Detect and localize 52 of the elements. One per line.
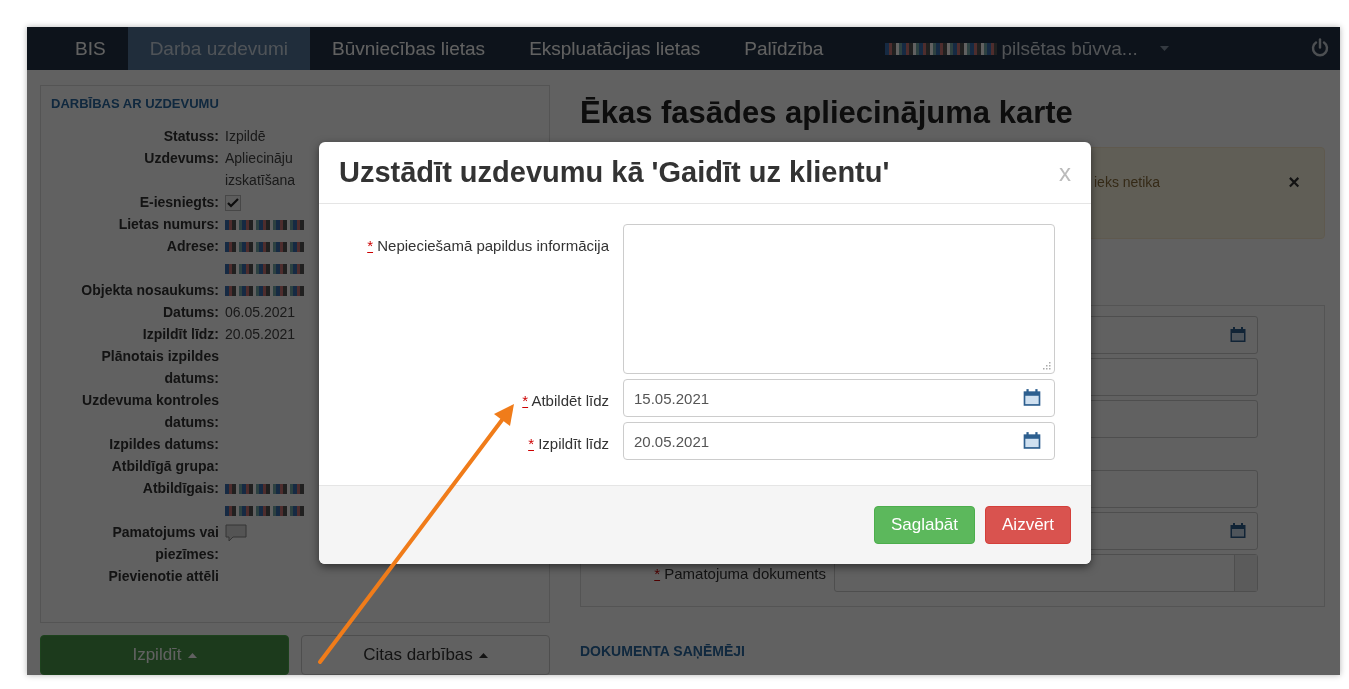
section-heading: DOKUMENTA SAŅĒMĒJI [580,643,746,659]
caret-icon [478,652,488,658]
date-field[interactable]: 20.05.2021 [623,422,1055,460]
field-label: Pamatojums vai piezīmes: [111,523,219,564]
user-menu[interactable]: pilsētas būvva... [1001,37,1138,60]
field-label: Datums: [162,303,219,322]
dropdown-button[interactable]: Citas darbības [301,635,550,675]
field-label: * Nepieciešamā papildus informācija [366,236,610,256]
nav-tab[interactable]: BIS [27,27,128,70]
field-value: izskatīšana [225,171,297,190]
power-icon[interactable] [1310,38,1330,58]
field-value: Apliecināju [225,149,294,168]
checkbox[interactable] [225,195,241,212]
caret-icon [187,652,197,658]
field-label: Izpildes datums: [108,435,219,454]
resize-grip-icon[interactable] [1043,362,1051,370]
date-field[interactable]: 15.05.2021 [623,379,1055,417]
modal-button[interactable]: Aizvērt [985,506,1071,544]
field-label: * Izpildīt līdz [527,434,610,454]
caret-icon[interactable] [1159,45,1169,52]
field-value: Izpildē [225,127,267,146]
field-label: E-iesniegts: [138,193,219,212]
close-button[interactable]: × [1288,174,1300,190]
modal-title: Uzstādīt uzdevumu kā 'Gaidīt uz klientu' [339,156,890,189]
modal-button[interactable]: Saglabāt [873,506,976,544]
field-label: * Pamatojuma dokuments [654,564,826,582]
field-label: Statuss: [162,127,219,146]
nav-tab[interactable]: Palīdzība [722,27,846,70]
field-label: Objekta nosaukums: [80,281,219,300]
field-label: Pievienotie attēli [107,567,219,586]
calendar-icon[interactable] [1022,388,1042,408]
alert-text: ieks netika [1094,174,1161,190]
field-label: * Atbildēt līdz [521,391,610,411]
close-button[interactable]: x [1059,158,1071,187]
comment-icon[interactable] [225,524,247,543]
field-label: Adrese: [165,237,219,256]
field-label: Uzdevuma kontroles datums: [81,391,219,432]
field-label: Izpildīt līdz: [141,325,219,344]
calendar-icon[interactable] [1229,326,1247,344]
nav-tab[interactable]: Ekspluatācijas lietas [507,27,723,70]
field-label: Plānotais izpildes datums: [100,347,219,388]
field-label: Atbildīgais: [141,479,219,498]
panel-heading: DARBĪBAS AR UZDEVUMU [51,96,220,111]
calendar-icon[interactable] [1229,522,1247,540]
field-value: 20.05.2021 [225,325,297,344]
dropdown-button[interactable]: Izpildīt [40,635,289,675]
field-value: 06.05.2021 [225,303,297,322]
field-label: Lietas numurs: [117,215,219,234]
page-title: Ēkas fasādes apliecinājuma karte [580,95,1074,131]
field-label: Uzdevums: [143,149,219,168]
calendar-icon[interactable] [1022,431,1042,451]
field-label: Atbildīgā grupa: [110,457,219,476]
